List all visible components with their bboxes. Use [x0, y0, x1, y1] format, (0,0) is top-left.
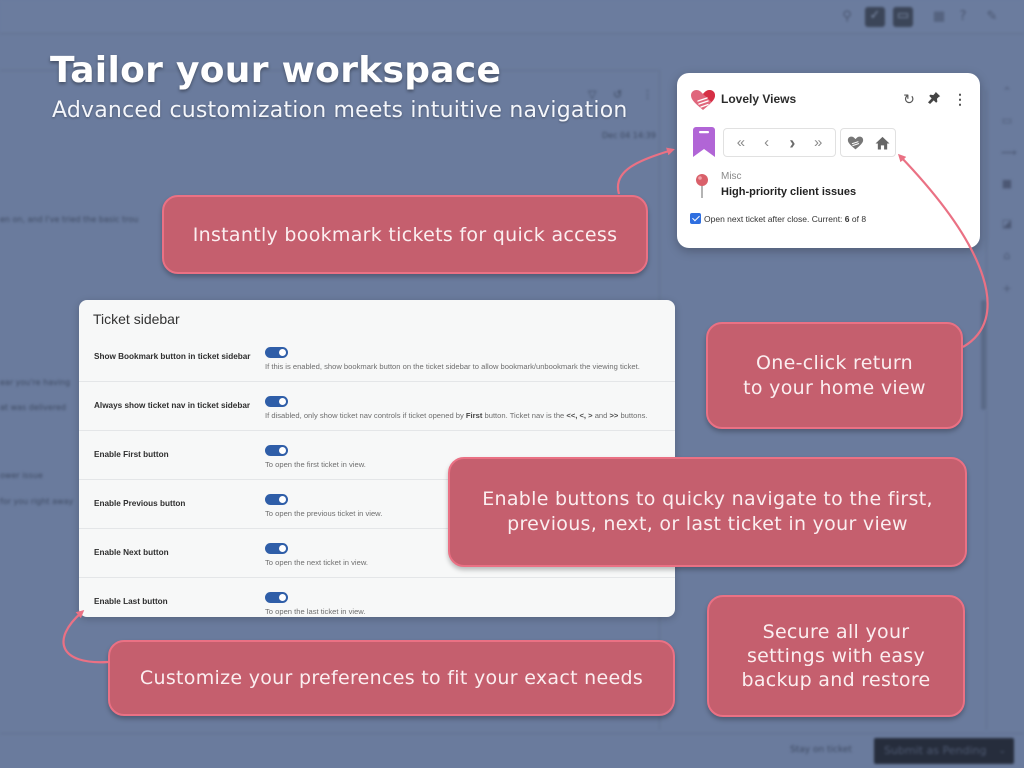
setting-label: Enable First button	[94, 450, 169, 459]
bag-icon[interactable]: ⌂	[1001, 250, 1013, 262]
label-text: of	[849, 214, 862, 224]
chat-icon[interactable]: ▭	[893, 7, 913, 27]
right-app-sidebar: ⌃ ▭ ⟿ ■ ◪ ⌂ +	[986, 86, 1024, 730]
desc-bold: First	[465, 411, 483, 420]
total-count: 8	[861, 214, 867, 224]
setting-description: If this is enabled, show bookmark button…	[265, 362, 640, 371]
message-snippet: en on, and I've tried the basic trou	[0, 215, 139, 224]
callout-text: to your home view	[743, 376, 926, 399]
app-topbar: ⚲ ✓ ▭ ▦ ? ✎	[0, 0, 1024, 34]
settings-section-title: Ticket sidebar	[93, 311, 180, 327]
toggle-enable-previous[interactable]	[265, 494, 288, 505]
toggle-enable-last[interactable]	[265, 592, 288, 603]
page-title: Tailor your workspace	[50, 50, 502, 91]
callout-text: Secure all your	[762, 621, 910, 643]
help-icon[interactable]: ?	[954, 8, 972, 26]
message-snippet: ear you're having	[0, 378, 71, 387]
current-view-name[interactable]: High-priority client issues	[721, 186, 856, 198]
view-category: Misc	[721, 171, 742, 182]
home-button[interactable]	[875, 136, 890, 150]
open-next-checkbox[interactable]	[690, 213, 701, 224]
ticket-icon[interactable]: ✓	[865, 7, 885, 27]
more-icon[interactable]: ⋮	[642, 88, 653, 101]
more-vertical-icon[interactable]: ⋮	[951, 90, 969, 108]
message-snippet: ower issue	[0, 471, 43, 480]
callout-text: backup and restore	[741, 669, 931, 691]
lovely-views-logo-icon	[691, 90, 715, 110]
setting-row: Show Bookmark button in ticket sidebar I…	[79, 333, 675, 382]
callout-bookmark: Instantly bookmark tickets for quick acc…	[162, 195, 648, 274]
callout-text: Customize your preferences to fit your e…	[139, 667, 644, 689]
callout-text: One-click return	[756, 351, 913, 374]
submit-button[interactable]: Submit as Pending ⌄	[874, 738, 1014, 764]
callout-text: Enable buttons to quicky navigate to the…	[482, 488, 933, 510]
pin-icon[interactable]	[925, 90, 943, 108]
desc-text: button. Ticket nav is the	[482, 411, 567, 420]
desc-text: buttons.	[618, 411, 648, 420]
widget-title: Lovely Views	[721, 92, 797, 106]
toggle-always-show-nav[interactable]	[265, 396, 288, 407]
desc-text: If disabled, only show ticket nav contro…	[265, 411, 466, 420]
label-text: Open next ticket after close. Current:	[704, 214, 845, 224]
setting-description: To open the first ticket in view.	[265, 460, 366, 469]
setting-label: Enable Next button	[94, 548, 169, 557]
setting-description: If disabled, only show ticket nav contro…	[265, 411, 647, 420]
setting-label: Show Bookmark button in ticket sidebar	[94, 352, 251, 361]
submit-label: Submit as Pending	[884, 744, 987, 757]
grid-icon[interactable]: ▦	[930, 8, 948, 26]
setting-row: Enable Last button To open the last tick…	[79, 578, 675, 617]
open-next-label: Open next ticket after close. Current: 6…	[704, 214, 866, 224]
pen-icon[interactable]: ✎	[983, 8, 1001, 26]
plus-icon[interactable]: +	[1001, 283, 1013, 295]
callout-text: Instantly bookmark tickets for quick acc…	[192, 223, 618, 246]
ticket-nav-group: « ‹ › »	[723, 128, 836, 157]
toggle-show-bookmark[interactable]	[265, 347, 288, 358]
last-ticket-button[interactable]: »	[808, 135, 828, 150]
callout-navigation: Enable buttons to quicky navigate to the…	[448, 457, 967, 567]
desc-text: and	[592, 411, 610, 420]
view-pin-icon	[696, 174, 708, 198]
chevron-down-icon[interactable]: ⌄	[998, 738, 1006, 764]
search-icon[interactable]: ⚲	[838, 8, 856, 26]
link-icon[interactable]: ⟿	[1001, 147, 1017, 159]
setting-label: Enable Previous button	[94, 499, 186, 508]
view-nav-group	[840, 128, 896, 157]
next-ticket-button[interactable]: ›	[782, 134, 802, 152]
callout-text: settings with easy	[746, 645, 926, 667]
first-ticket-button[interactable]: «	[731, 135, 751, 150]
message-snippet: for you right away	[0, 497, 74, 506]
setting-label: Enable Last button	[94, 597, 168, 606]
desc-bold: <<, <, >	[566, 411, 593, 420]
book-icon[interactable]: ▭	[1001, 115, 1013, 127]
callout-backup: Secure all your settings with easy backu…	[707, 595, 965, 717]
toggle-enable-first[interactable]	[265, 445, 288, 456]
footer-bar	[0, 733, 1024, 768]
setting-description: To open the next ticket in view.	[265, 558, 368, 567]
desc-bold: >>	[609, 411, 619, 420]
callout-home: One-click return to your home view	[706, 322, 963, 429]
message-timestamp: Dec 04 14:39	[602, 131, 656, 140]
message-snippet: at was delivered	[0, 403, 66, 412]
page-subtitle: Advanced customization meets intuitive n…	[52, 98, 628, 123]
bookmark-button[interactable]	[693, 127, 715, 157]
lovely-views-widget: Lovely Views ↻ ⋮ « ‹ › » Misc High-prior…	[677, 73, 980, 248]
stay-on-ticket-dropdown[interactable]: Stay on ticket	[790, 745, 852, 755]
setting-description: To open the previous ticket in view.	[265, 509, 383, 518]
previous-ticket-button[interactable]: ‹	[757, 135, 777, 150]
setting-description: To open the last ticket in view.	[265, 607, 366, 616]
refresh-icon[interactable]: ↻	[900, 90, 918, 108]
toggle-enable-next[interactable]	[265, 543, 288, 554]
setting-label: Always show ticket nav in ticket sidebar	[94, 401, 251, 410]
user-icon[interactable]: ⌃	[1001, 86, 1013, 98]
apps-icon[interactable]: ■	[1001, 178, 1013, 190]
setting-row: Always show ticket nav in ticket sidebar…	[79, 382, 675, 431]
callout-text: previous, next, or last ticket in your v…	[507, 513, 908, 535]
callout-customize: Customize your preferences to fit your e…	[108, 640, 675, 716]
lovely-views-icon[interactable]: ◪	[1001, 218, 1013, 230]
views-list-button[interactable]	[847, 136, 864, 150]
